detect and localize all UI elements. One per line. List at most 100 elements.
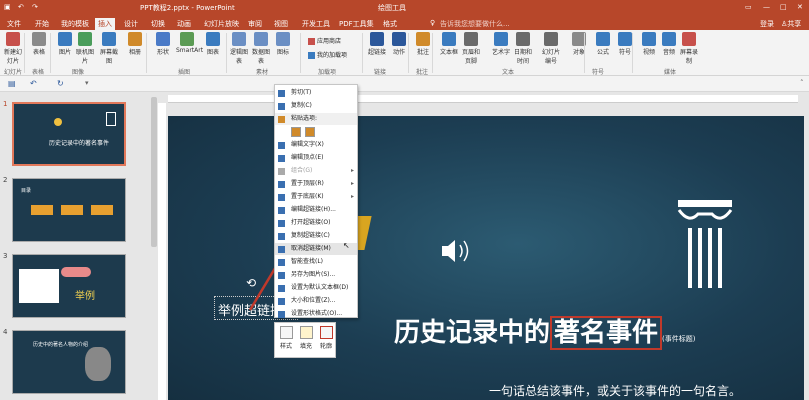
ribbon-button-24[interactable]: 屏幕录制	[678, 32, 700, 65]
slide-thumbnail-1[interactable]: 历史记录中的著名事件	[12, 102, 126, 166]
slide-title[interactable]: 历史记录中的 著名事件 (事件标题)	[394, 312, 696, 350]
context-menu-item-0[interactable]: 剪切(T)	[275, 87, 357, 99]
ribbon-button-2[interactable]: 图片	[54, 32, 76, 56]
pillar-icon[interactable]	[676, 198, 734, 294]
slide-thumbnail-3[interactable]: 举例	[12, 254, 126, 318]
my-addins-button[interactable]: 我的加载项	[308, 50, 347, 59]
tab-12[interactable]: 格式	[380, 18, 400, 30]
context-menu-item-7[interactable]: 置于底层(K) ▸	[275, 191, 357, 203]
ribbon-button-20[interactable]: 公式	[592, 32, 614, 56]
title-text: 历史记录中的	[394, 318, 551, 348]
slide-thumbnail-2[interactable]: 目录	[12, 178, 126, 242]
ribbon-icon	[102, 32, 116, 46]
ribbon-button-11[interactable]: 超链接	[366, 32, 388, 56]
ribbon-separator	[584, 33, 585, 73]
portrait-image	[85, 347, 111, 381]
context-menu-item-4[interactable]: 编辑顶点(E)	[275, 152, 357, 164]
context-menu-item-15[interactable]: 大小和位置(Z)...	[275, 295, 357, 307]
panel-scrollbar[interactable]	[150, 92, 158, 400]
tab-8[interactable]: 审阅	[245, 18, 265, 30]
ribbon-group-label: 素材	[256, 69, 269, 76]
slide-thumbnail-4[interactable]: 历史中的著名人物的介绍	[12, 330, 126, 394]
tab-2[interactable]: 我的模板	[58, 18, 92, 30]
context-menu-item-14[interactable]: 设置为默认文本框(D)	[275, 282, 357, 294]
context-menu-item-13[interactable]: 另存为图片(S)...	[275, 269, 357, 281]
context-menu-item-12[interactable]: 智能查找(L)	[275, 256, 357, 268]
context-menu-item-1[interactable]: 复制(C)	[275, 100, 357, 112]
ribbon-partial-button-0[interactable]: 逻辑图表	[228, 32, 250, 65]
ribbon-button-7[interactable]: SmartArt	[176, 32, 203, 54]
ribbon-button-1[interactable]: 表格	[28, 32, 50, 56]
context-menu-item-5[interactable]: 组合(G) ▸	[275, 165, 357, 177]
ribbon-button-15[interactable]: 页眉和页脚	[460, 32, 482, 65]
context-menu-item-6[interactable]: 置于顶层(R) ▸	[275, 178, 357, 190]
ribbon-icon	[494, 32, 508, 46]
ribbon-button-17[interactable]: 日期和时间	[512, 32, 534, 65]
ribbon-button-18[interactable]: 幻灯片编号	[540, 32, 562, 65]
ribbon-options-icon[interactable]: ▭	[745, 3, 752, 11]
context-menu-item-16[interactable]: 设置形状格式(O)...	[275, 308, 357, 320]
login-link[interactable]: 登录	[757, 18, 777, 30]
ribbon-icon	[78, 32, 92, 46]
ribbon-button-5[interactable]: 相册	[124, 32, 146, 56]
context-menu-item-3[interactable]: 编辑文字(X)	[275, 139, 357, 151]
speaker-icon[interactable]	[440, 236, 474, 266]
undo-icon[interactable]: ↶	[18, 3, 24, 11]
maximize-icon[interactable]: □	[780, 3, 787, 11]
fill-button[interactable]: 填充	[297, 326, 315, 350]
redo-icon[interactable]: ↷	[32, 3, 38, 11]
tab-10[interactable]: 开发工具	[299, 18, 333, 30]
dropdown-icon[interactable]: ▾	[85, 79, 89, 87]
search-input[interactable]: 告诉我您想要做什么...	[437, 18, 513, 30]
ribbon-button-19[interactable]: 对象	[568, 32, 590, 56]
tab-4[interactable]: 设计	[121, 18, 141, 30]
undo-icon[interactable]: ↶	[30, 79, 37, 88]
ribbon-partial-button-2[interactable]: 图标	[272, 32, 294, 56]
thumb-label: 目录	[21, 188, 32, 194]
ribbon-button-3[interactable]: 联机图片	[74, 32, 96, 65]
app-store-button[interactable]: 应用商店	[308, 36, 341, 45]
share-button[interactable]: ♙共享	[778, 18, 804, 30]
minimize-icon[interactable]: —	[763, 3, 770, 11]
scrollbar-thumb[interactable]	[151, 97, 157, 247]
refresh-icon[interactable]: ↻	[57, 79, 64, 88]
ribbon-button-16[interactable]: 艺术字	[490, 32, 512, 56]
ribbon-button-6[interactable]: 形状	[152, 32, 174, 56]
tab-0[interactable]: 文件	[4, 18, 24, 30]
context-menu-item-8[interactable]: 编辑超链接(H)...	[275, 204, 357, 216]
ribbon-button-0[interactable]: 新建幻灯片	[2, 32, 24, 65]
vertical-ruler	[158, 103, 166, 400]
ribbon-icon	[662, 32, 676, 46]
ribbon-button-4[interactable]: 屏幕截图	[98, 32, 120, 65]
ribbon-icon	[180, 32, 194, 46]
tab-9[interactable]: 视图	[271, 18, 291, 30]
outline-button[interactable]: 轮廓	[317, 326, 335, 350]
collapse-ribbon-icon[interactable]: ˄	[800, 79, 804, 87]
ribbon-button-14[interactable]: 文本框	[438, 32, 460, 56]
slide-canvas[interactable]: 历史记录中的 著名事件 (事件标题) 一句话总结该事件，或关于该事件的一句名言。 举…	[168, 116, 804, 400]
ribbon-icon	[544, 32, 558, 46]
ribbon-partial-button-1[interactable]: 数据图表	[250, 32, 272, 65]
ribbon-button-8[interactable]: 图表	[202, 32, 224, 56]
context-menu-item-9[interactable]: 打开超链接(O)	[275, 217, 357, 229]
tab-1[interactable]: 开始	[32, 18, 52, 30]
tab-6[interactable]: 动画	[174, 18, 194, 30]
tab-3[interactable]: 插入	[95, 18, 115, 30]
paste-icon[interactable]	[305, 127, 315, 137]
style-button[interactable]: 样式	[277, 326, 295, 350]
close-icon[interactable]: ✕	[797, 3, 803, 11]
tab-5[interactable]: 切换	[148, 18, 168, 30]
slide-subtitle[interactable]: 一句话总结该事件，或关于该事件的一句名言。	[489, 382, 741, 399]
ribbon-separator	[24, 33, 25, 73]
ribbon-button-22[interactable]: 视频	[638, 32, 660, 56]
ribbon-button-13[interactable]: 批注	[412, 32, 434, 56]
paste-icon[interactable]	[291, 127, 301, 137]
ribbon-button-12[interactable]: 动作	[388, 32, 410, 56]
layout-icon[interactable]: ▤	[8, 79, 16, 88]
tab-11[interactable]: PDF工具集	[336, 18, 377, 30]
tab-7[interactable]: 幻灯片放映	[201, 18, 242, 30]
ribbon-button-23[interactable]: 音频	[658, 32, 680, 56]
save-icon[interactable]: ▣	[4, 3, 11, 11]
ribbon-separator	[432, 33, 433, 73]
slide-thumbnail-panel[interactable]: 1 历史记录中的著名事件 2 目录 3 举例 4 历史中的著名人物的介绍	[0, 92, 150, 400]
